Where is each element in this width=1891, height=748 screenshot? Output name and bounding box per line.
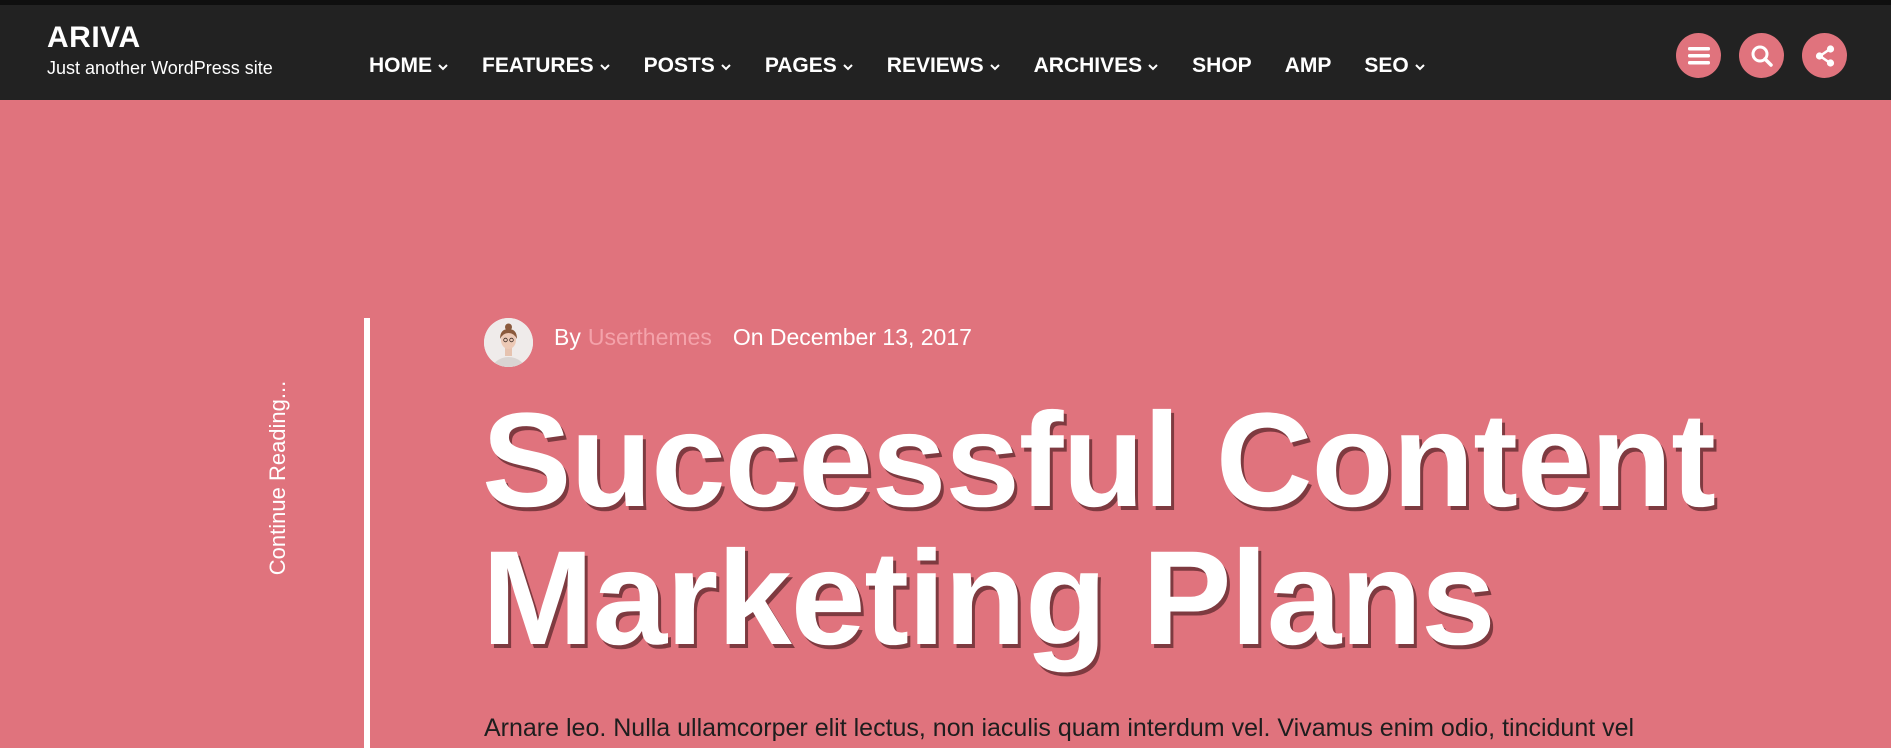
post-excerpt: Arnare leo. Nulla ullamcorper elit lectu…	[484, 714, 1635, 742]
nav-item-label: ARCHIVES	[1033, 54, 1143, 77]
nav-item-label: SEO	[1364, 54, 1409, 77]
nav-item-label: SHOP	[1192, 54, 1252, 77]
nav-item-features[interactable]: FEATURES	[482, 54, 611, 78]
nav-item-amp[interactable]: AMP	[1285, 54, 1332, 78]
vertical-divider	[364, 318, 370, 748]
nav-item-shop[interactable]: SHOP	[1192, 54, 1252, 78]
post-date: On December 13, 2017	[732, 323, 972, 350]
nav-item-home[interactable]: HOME	[369, 54, 449, 78]
site-tagline: Just another WordPress site	[47, 58, 273, 78]
nav-item-label: REVIEWS	[886, 54, 984, 77]
site-title[interactable]: ARIVA	[47, 21, 273, 55]
chevron-down-icon	[721, 63, 731, 70]
menu-icon	[1687, 46, 1710, 64]
nav-item-archives[interactable]: ARCHIVES	[1034, 54, 1160, 78]
site-header: ARIVA Just another WordPress site HOME F…	[0, 5, 1891, 100]
nav-item-label: PAGES	[764, 54, 837, 77]
chevron-down-icon	[843, 63, 853, 70]
nav-item-label: FEATURES	[482, 54, 594, 77]
nav-item-seo[interactable]: SEO	[1364, 54, 1425, 78]
share-icon	[1815, 44, 1834, 67]
nav-item-posts[interactable]: POSTS	[644, 54, 732, 78]
search-button[interactable]	[1739, 33, 1784, 78]
chevron-down-icon	[438, 63, 448, 70]
author-avatar[interactable]	[484, 318, 533, 367]
chevron-down-icon	[599, 63, 610, 70]
post-meta: By Userthemes On December 13, 2017	[554, 322, 972, 352]
author-link[interactable]: Userthemes	[588, 324, 712, 351]
continue-reading-link[interactable]: Continue Reading...	[265, 381, 291, 575]
main-navigation: HOME FEATURES POSTS PAGES REVIEWS ARCHIV…	[369, 49, 1459, 83]
chevron-down-icon	[1148, 63, 1158, 70]
by-label: By	[554, 323, 581, 350]
post-title[interactable]: Successful Content Marketing Plans	[482, 392, 1862, 668]
menu-button[interactable]	[1676, 33, 1721, 78]
nav-item-reviews[interactable]: REVIEWS	[887, 54, 1001, 78]
site-branding[interactable]: ARIVA Just another WordPress site	[47, 21, 273, 79]
nav-item-label: HOME	[369, 54, 432, 77]
nav-item-label: POSTS	[643, 54, 715, 77]
nav-item-pages[interactable]: PAGES	[765, 54, 854, 78]
chevron-down-icon	[989, 63, 1000, 70]
chevron-down-icon	[1415, 63, 1425, 70]
share-button[interactable]	[1802, 33, 1847, 78]
search-icon	[1751, 45, 1773, 67]
author-portrait-icon	[484, 318, 533, 367]
nav-item-label: AMP	[1284, 54, 1332, 77]
